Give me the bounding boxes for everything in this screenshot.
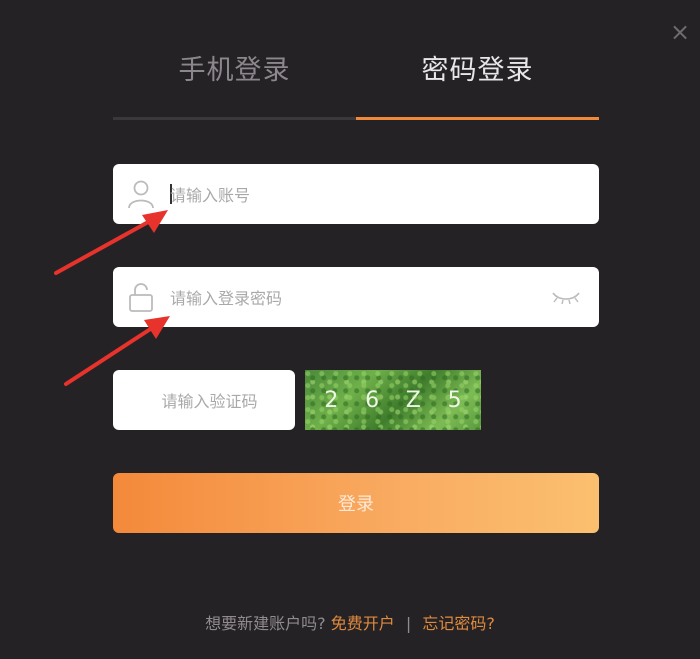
login-tabs: 手机登录 密码登录 [113,46,599,124]
captcha-char: 2 [324,387,339,413]
tab-phone-login[interactable]: 手机登录 [113,46,356,118]
footer: 想要新建账户吗? 免费开户 | 忘记密码? [0,610,700,634]
captcha-image[interactable]: 2 6 Z 5 [305,370,481,430]
forgot-password-link[interactable]: 忘记密码? [422,614,495,633]
password-field[interactable] [113,267,599,329]
password-input[interactable] [168,267,552,329]
user-icon [128,180,154,209]
active-tab-indicator [356,117,599,120]
login-button[interactable]: 登录 [113,473,599,533]
captcha-char: 6 [365,387,380,413]
captcha-field[interactable] [113,370,295,432]
lock-icon [129,283,153,312]
footer-separator: | [405,614,412,633]
captcha-input[interactable] [125,370,294,432]
footer-prompt: 想要新建账户吗? [205,614,326,633]
close-icon[interactable]: × [668,20,692,44]
account-field[interactable] [113,164,599,226]
captcha-char: 5 [447,387,462,413]
tab-password-login[interactable]: 密码登录 [356,46,599,118]
eye-closed-icon[interactable] [551,289,581,305]
captcha-char: Z [405,387,421,413]
register-link[interactable]: 免费开户 [331,614,395,633]
account-input[interactable] [168,164,552,226]
captcha-characters: 2 6 Z 5 [305,370,481,430]
